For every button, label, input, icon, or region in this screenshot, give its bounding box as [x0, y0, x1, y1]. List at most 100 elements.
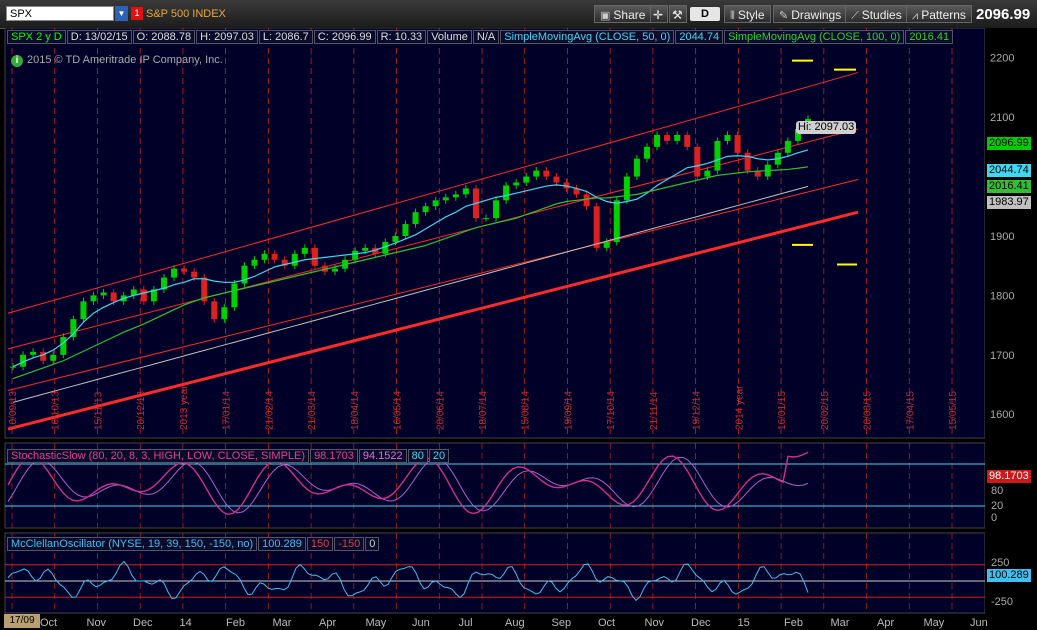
- stochastic-level-low: 20: [428, 449, 450, 463]
- candle-body: [100, 292, 107, 296]
- candle-body: [583, 194, 590, 207]
- studies-button[interactable]: ⟋ Studies: [845, 5, 908, 23]
- date-label: 18/04/14: [350, 391, 361, 430]
- share-button[interactable]: ▣ Share: [594, 5, 652, 23]
- candle-body: [301, 247, 308, 254]
- style-label: Style: [737, 8, 765, 22]
- candle-body: [704, 170, 711, 177]
- candle-body: [251, 259, 258, 266]
- candle-body: [311, 247, 318, 266]
- price-tick: 2100: [990, 112, 1014, 124]
- share-label: Share: [613, 8, 646, 22]
- style-button[interactable]: ⦀ Style: [724, 5, 771, 23]
- month-label: Oct: [598, 617, 615, 629]
- sma100-label[interactable]: SimpleMovingAvg (CLOSE, 100, 0): [724, 30, 905, 44]
- candle-body: [523, 176, 530, 183]
- candle-body: [603, 241, 610, 248]
- crosshair-button[interactable]: ✛: [650, 5, 668, 23]
- month-label: Dec: [133, 617, 153, 629]
- candle-body: [171, 268, 178, 278]
- close-value: C: 2096.99: [313, 30, 376, 44]
- candle-body: [613, 200, 620, 242]
- date-label: 20/06/14: [435, 391, 446, 430]
- candle-body: [593, 206, 600, 248]
- price-panel: [4, 28, 986, 439]
- month-label: Nov: [87, 617, 107, 629]
- candle-body: [503, 185, 510, 201]
- sma50-label[interactable]: SimpleMovingAvg (CLOSE, 50, 0): [500, 30, 675, 44]
- candle-body: [724, 134, 731, 141]
- candle-body: [392, 235, 399, 242]
- symbol-dropdown-icon[interactable]: ▼: [115, 6, 128, 21]
- symbol-description: S&P 500 INDEX: [146, 8, 226, 20]
- date-label: 2014 year: [734, 385, 745, 430]
- price-tick: 1600: [990, 409, 1014, 421]
- date-label: 17/04/15: [905, 391, 916, 430]
- timeframe-label[interactable]: SPX 2 y D: [7, 30, 66, 44]
- stochastic-label[interactable]: StochasticSlow (80, 20, 8, 3, HIGH, LOW,…: [7, 449, 310, 463]
- candle-body: [543, 170, 550, 177]
- month-label: Mar: [273, 617, 292, 629]
- candle-body: [50, 354, 57, 361]
- candle-body: [633, 158, 640, 177]
- date-label: 20/03/15: [863, 391, 874, 430]
- candle-body: [211, 301, 218, 320]
- candle-body: [784, 140, 791, 153]
- patterns-label: Patterns: [921, 8, 966, 22]
- aggregation-button[interactable]: D: [690, 7, 720, 21]
- candle-body: [271, 253, 278, 260]
- date-label: 21/11/14: [649, 391, 660, 430]
- mcclellan-label[interactable]: McClellanOscillator (NYSE, 19, 39, 150, …: [7, 537, 258, 551]
- link-group-badge[interactable]: 1: [131, 7, 143, 20]
- candle-body: [352, 250, 359, 260]
- price-tick: 1700: [990, 350, 1014, 362]
- sma50-value: 2044.74: [675, 30, 724, 44]
- toolbar: SPX ▼ 1 S&P 500 INDEX ▣ Share ✛ ⚒ D ⦀ Styl…: [0, 0, 1037, 29]
- low-value: L: 2086.7: [258, 30, 313, 44]
- mcclellan-header: McClellanOscillator (NYSE, 19, 39, 150, …: [7, 537, 380, 551]
- tools-button[interactable]: ⚒: [669, 5, 687, 23]
- candle-body: [452, 194, 459, 198]
- stochastic-axis-0: 0: [991, 512, 998, 524]
- candle-body: [513, 182, 520, 186]
- symbol-input[interactable]: SPX: [6, 6, 114, 21]
- stochastic-axis-80: 80: [991, 485, 1004, 497]
- candle-body: [643, 146, 650, 159]
- candle-body: [412, 212, 419, 225]
- info-icon[interactable]: i: [11, 55, 23, 67]
- date-label: 20/12/13: [136, 391, 147, 430]
- candle-body: [261, 253, 268, 260]
- candle-body: [90, 295, 97, 302]
- candle-body: [442, 197, 449, 201]
- pencil-icon: ✎: [779, 10, 789, 22]
- date-label: 21/03/14: [307, 391, 318, 430]
- wrench-icon: ⚒: [672, 8, 683, 22]
- volume-label: Volume: [427, 30, 472, 44]
- date-label: 21/02/14: [264, 391, 275, 430]
- candle-body: [533, 170, 540, 177]
- date-label: 17/01/14: [222, 391, 233, 430]
- month-axis: Oct Nov Dec 14 Feb Mar Apr May Jun Jul Aug Sep Oct No…: [40, 617, 988, 629]
- time-corner-label: 17/09: [4, 614, 40, 628]
- candle-body: [462, 188, 469, 195]
- last-price: 2096.99: [976, 6, 1031, 23]
- candle-body: [734, 134, 741, 153]
- month-label: Apr: [319, 617, 336, 629]
- sma200-tag: 1983.97: [987, 196, 1031, 209]
- date-label: 16/10/13: [51, 391, 62, 430]
- patterns-button[interactable]: ⩘ Patterns: [906, 5, 972, 23]
- sma50-tag: 2044.74: [987, 164, 1031, 177]
- candle-body: [654, 134, 661, 147]
- candle-body: [553, 176, 560, 183]
- date-label: 19/12/14: [692, 391, 703, 430]
- candle-body: [181, 268, 188, 272]
- drawings-button[interactable]: ✎ Drawings: [773, 5, 848, 23]
- date-value: D: 13/02/15: [66, 30, 132, 44]
- candle-body: [674, 134, 681, 141]
- month-label: Aug: [505, 617, 525, 629]
- month-label: May: [366, 617, 387, 629]
- mcclellan-axis-neg250: -250: [991, 596, 1014, 608]
- month-label: Sep: [552, 617, 572, 629]
- date-label: 15/05/15: [948, 391, 959, 430]
- candle-body: [221, 307, 228, 320]
